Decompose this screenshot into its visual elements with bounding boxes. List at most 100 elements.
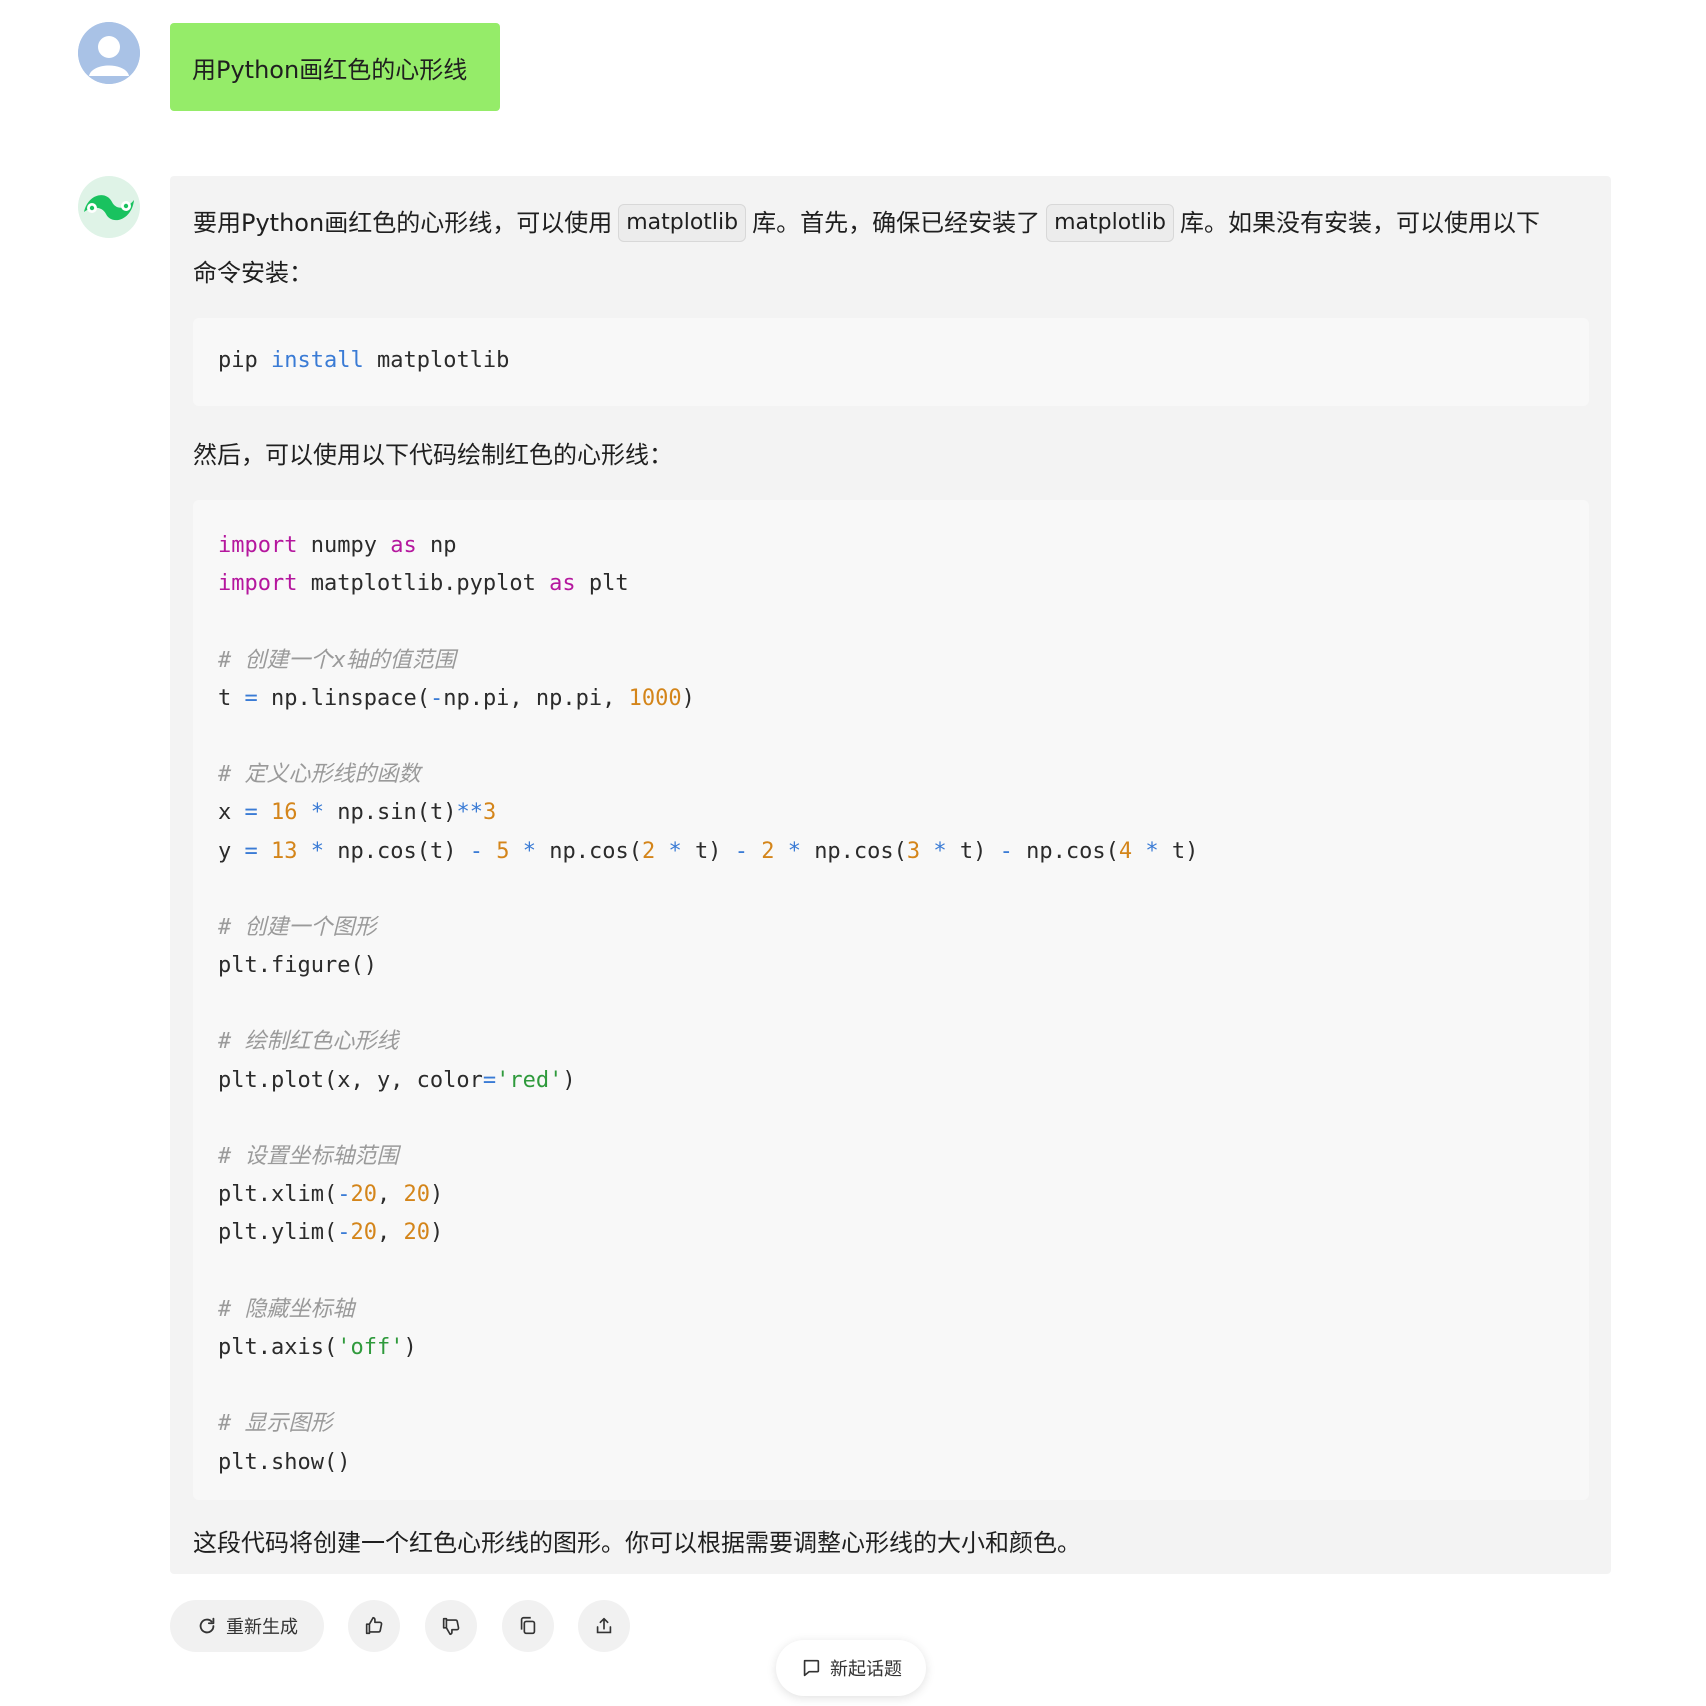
code-token: np.cos( (1026, 838, 1119, 864)
copy-button[interactable] (502, 1600, 554, 1652)
copy-icon (520, 1616, 536, 1635)
new-topic-label: 新起话题 (830, 1659, 902, 1680)
python-code-block[interactable]: import numpy as np import matplotlib.pypl… (193, 500, 1589, 1500)
code-operator: - (429, 685, 444, 711)
intro-paragraph: 要用Python画红色的心形线，可以使用 matplotlib 库。首先，确保已经安… (193, 198, 1589, 298)
code-token: np.cos( (549, 838, 642, 864)
code-operator: ** (456, 800, 483, 826)
code-operator: * (668, 838, 682, 864)
code-number: 20 (403, 1182, 430, 1208)
code-comment: # 创建一个图形 (218, 914, 377, 940)
code-keyword: as (390, 533, 417, 558)
code-number: 5 (496, 838, 510, 864)
code-number: 20 (350, 1220, 377, 1246)
user-avatar-icon (78, 22, 140, 84)
install-code-block[interactable]: pip install matplotlib (193, 318, 1589, 406)
code-comment: # 设置坐标轴范围 (218, 1144, 399, 1169)
thumbs-down-button[interactable] (425, 1600, 477, 1652)
regenerate-label: 重新生成 (226, 1617, 298, 1638)
intro-text-4: 命令安装： (193, 259, 313, 287)
share-icon (596, 1617, 612, 1634)
code-line: x = 16 * np.sin(t)**3 (218, 794, 1564, 832)
intro-text-2: 库。首先，确保已经安装了 (752, 209, 1041, 237)
code-token: np (429, 533, 457, 558)
code-number: 3 (482, 800, 497, 826)
new-topic-button[interactable]: 新起话题 (776, 1640, 926, 1696)
code-number: 3 (906, 838, 921, 864)
code-line: plt.plot(x, y, color='red') (218, 1062, 1564, 1100)
code-token: y (218, 838, 232, 864)
code-operator: = (244, 800, 258, 826)
thumbs-up-button[interactable] (348, 1600, 400, 1652)
code-token: plt.axis( (218, 1334, 338, 1360)
code-token: ) (429, 1220, 444, 1246)
code-string: 'red' (496, 1067, 563, 1093)
code-operator: * (787, 838, 801, 864)
code-keyword: import (218, 571, 298, 597)
code-token: , (376, 1220, 404, 1246)
inline-code-matplotlib-2: matplotlib (1046, 204, 1174, 242)
code-token: matplotlib (376, 348, 510, 373)
code-token: np.linspace( (271, 685, 430, 711)
code-number: 2 (761, 838, 775, 864)
code-operator: * (310, 838, 324, 864)
code-operator: * (522, 838, 536, 864)
code-keyword: as (549, 571, 576, 597)
code-line: plt.ylim(-20, 20) (218, 1214, 1564, 1252)
code-token: plt.ylim( (218, 1220, 338, 1246)
code-token: x (218, 800, 232, 826)
code-line: plt.axis('off') (218, 1329, 1564, 1367)
intro-text-3: 库。如果没有安装，可以使用以下 (1179, 209, 1540, 237)
assistant-avatar (78, 176, 140, 238)
code-token: ) (403, 1334, 417, 1360)
code-comment: # 创建一个x轴的值范围 (218, 647, 456, 673)
code-keyword: import (218, 533, 298, 558)
code-operator: = (244, 838, 258, 864)
code-token: numpy (310, 533, 377, 558)
thumbs-down-icon (442, 1617, 460, 1636)
code-token: , (376, 1182, 404, 1208)
code-comment: # 显示图形 (218, 1411, 333, 1437)
code-token: t (218, 685, 232, 711)
regenerate-button[interactable]: 重新生成 (170, 1600, 324, 1652)
code-line: t = np.linspace(-np.pi, np.pi, 1000) (218, 680, 1564, 718)
code-number: 13 (271, 838, 298, 864)
inline-code-matplotlib: matplotlib (618, 204, 747, 242)
code-token: np.sin(t) (337, 800, 457, 826)
code-token: np.cos(t) (337, 838, 457, 864)
code-line: plt.xlim(-20, 20) (218, 1176, 1564, 1214)
code-operator: - (337, 1220, 351, 1246)
code-token: plt (588, 571, 629, 597)
code-token: matplotlib.pyplot (310, 571, 536, 597)
code-comment: # 定义心形线的函数 (218, 762, 421, 788)
code-string: 'off' (337, 1334, 404, 1360)
code-token: t) (694, 838, 722, 864)
code-token: t) (959, 838, 987, 864)
thumbs-up-icon (365, 1616, 383, 1635)
then-paragraph: 然后，可以使用以下代码绘制红色的心形线： (193, 441, 673, 469)
code-operator: * (933, 838, 947, 864)
assistant-logo-icon (78, 176, 140, 238)
code-token: install (271, 348, 364, 373)
code-operator: = (244, 685, 258, 711)
code-token: ) (562, 1067, 576, 1093)
intro-text-1: 要用Python画红色的心形线，可以使用 (193, 209, 613, 237)
code-token: plt.xlim( (218, 1182, 338, 1208)
code-token: t) (1171, 838, 1199, 864)
code-token: np.cos( (814, 838, 907, 864)
share-button[interactable] (578, 1600, 630, 1652)
code-token: plt.plot(x, y, color (218, 1067, 483, 1093)
code-operator: - (337, 1182, 351, 1208)
refresh-icon (199, 1617, 215, 1634)
code-comment: # 绘制红色心形线 (218, 1029, 399, 1055)
code-line: import matplotlib.pyplot as plt (218, 565, 1564, 603)
code-number: 20 (403, 1220, 430, 1246)
code-token: ) (681, 685, 695, 711)
user-avatar (78, 22, 140, 84)
